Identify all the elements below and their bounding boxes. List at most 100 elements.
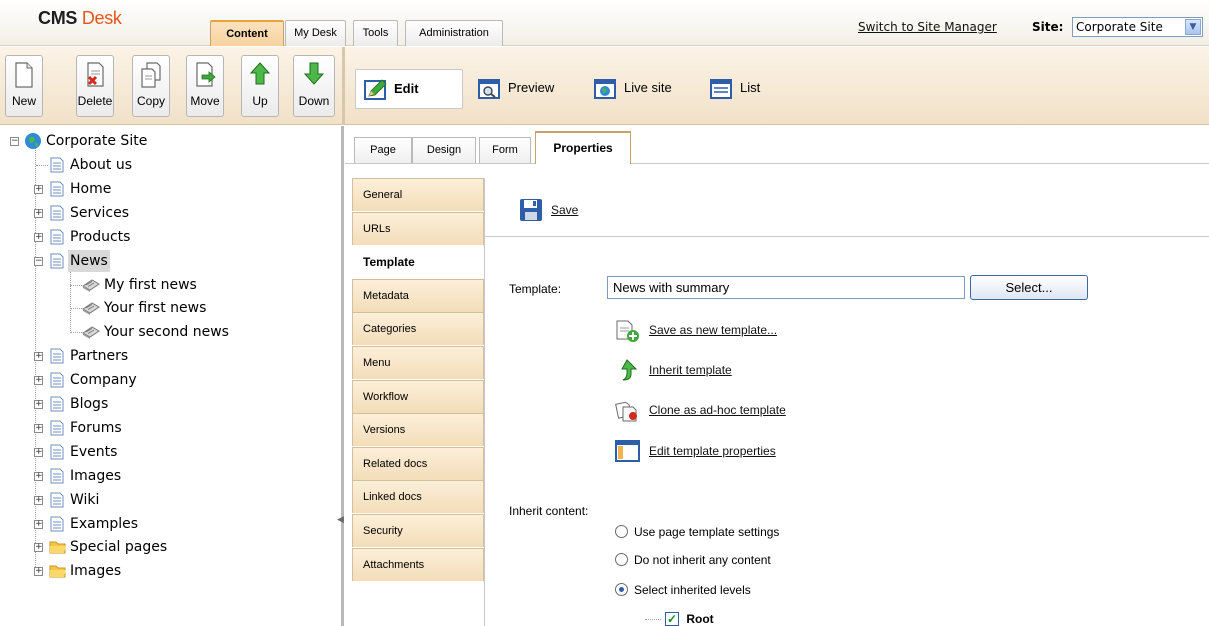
save-as-new-template-link[interactable]: Save as new template...: [649, 317, 777, 343]
tree-node[interactable]: + Blogs: [34, 393, 314, 415]
property-tab-attachments[interactable]: Attachments: [352, 547, 484, 581]
tab-administration[interactable]: Administration: [405, 20, 503, 46]
save-as-new-template-action[interactable]: Save as new template...: [613, 317, 863, 343]
copy-button[interactable]: Copy: [132, 55, 170, 117]
template-input[interactable]: News with summary: [607, 276, 965, 299]
collapse-icon[interactable]: −: [10, 137, 19, 146]
property-tab-template[interactable]: Template: [352, 245, 484, 279]
clone-ad-hoc-template-link[interactable]: Clone as ad-hoc template: [649, 397, 786, 423]
property-tab-versions[interactable]: Versions: [352, 413, 484, 447]
save-link[interactable]: Save: [551, 196, 578, 224]
radio-button-selected[interactable]: [615, 583, 628, 597]
expand-icon[interactable]: +: [34, 567, 43, 577]
tab-my-desk[interactable]: My Desk: [285, 20, 346, 46]
property-tab-general[interactable]: General: [352, 178, 484, 211]
toolbar-divider: [342, 47, 345, 125]
tree-node[interactable]: + Company: [34, 369, 314, 391]
tree-node[interactable]: Your first news: [70, 297, 360, 319]
property-tab-categories[interactable]: Categories: [352, 312, 484, 346]
radio-do-not-inherit[interactable]: Do not inherit any content: [615, 550, 771, 570]
tree-connector: [70, 308, 82, 310]
level-root[interactable]: ✓ Root: [645, 609, 714, 626]
inherit-template-link[interactable]: Inherit template: [649, 357, 732, 383]
tree-node-root[interactable]: − Corporate Site: [10, 130, 310, 152]
tree-node[interactable]: − News: [34, 249, 314, 272]
site-select[interactable]: Corporate Site ▼: [1072, 17, 1203, 37]
tab-form[interactable]: Form: [479, 137, 531, 163]
property-tab-related-docs[interactable]: Related docs: [352, 446, 484, 480]
tree-node[interactable]: Your second news: [70, 321, 360, 343]
expand-icon[interactable]: +: [34, 232, 43, 242]
edit-template-properties-link[interactable]: Edit template properties: [649, 438, 776, 464]
expand-icon[interactable]: +: [34, 376, 43, 386]
expand-icon[interactable]: +: [34, 184, 43, 194]
inherit-template-action[interactable]: Inherit template: [613, 357, 863, 383]
logo-accent: Desk: [81, 8, 122, 28]
preview-view-button[interactable]: Preview: [470, 69, 580, 109]
expand-icon[interactable]: +: [34, 471, 43, 481]
tree-node[interactable]: + Images: [34, 465, 314, 487]
folder-icon: [49, 563, 67, 586]
tab-tools[interactable]: Tools: [353, 20, 398, 46]
expand-icon[interactable]: +: [34, 543, 43, 553]
live-site-view-button[interactable]: Live site: [586, 69, 696, 109]
tree-node[interactable]: My first news: [70, 274, 360, 296]
tree-node[interactable]: + Home: [34, 178, 314, 200]
news-icon: [82, 300, 100, 323]
expand-icon[interactable]: +: [34, 447, 43, 457]
tree-node[interactable]: + Wiki: [34, 489, 314, 511]
tab-properties[interactable]: Properties: [535, 131, 631, 164]
tree-node[interactable]: + Forums: [34, 417, 314, 439]
tree-node[interactable]: + Services: [34, 202, 314, 224]
page-icon: [49, 420, 65, 443]
tree-node[interactable]: About us: [34, 154, 314, 176]
tree-node[interactable]: + Special pages: [34, 536, 314, 558]
property-tab-urls[interactable]: URLs: [352, 211, 484, 245]
expand-icon[interactable]: +: [34, 519, 43, 529]
property-tab-metadata[interactable]: Metadata: [352, 278, 484, 312]
collapse-left-pane-icon[interactable]: ◀: [337, 513, 344, 527]
clone-ad-hoc-template-action[interactable]: Clone as ad-hoc template: [613, 397, 863, 423]
down-button[interactable]: Down: [293, 55, 335, 117]
level-checkbox[interactable]: ✓: [665, 611, 679, 626]
radio-button[interactable]: [615, 553, 628, 567]
page-icon: [49, 157, 65, 180]
property-tab-workflow[interactable]: Workflow: [352, 379, 484, 413]
tree-node[interactable]: + Events: [34, 441, 314, 463]
new-button[interactable]: New: [5, 55, 43, 117]
tab-design[interactable]: Design: [412, 137, 476, 163]
tree-node[interactable]: + Examples: [34, 513, 314, 535]
edit-view-label: Edit: [394, 81, 419, 96]
move-button[interactable]: Move: [186, 55, 224, 117]
edit-template-properties-action[interactable]: Edit template properties: [613, 438, 863, 464]
select-template-button[interactable]: Select...: [970, 275, 1088, 300]
radio-select-inherited-levels[interactable]: Select inherited levels: [615, 580, 751, 600]
property-tab-security[interactable]: Security: [352, 514, 484, 547]
expand-icon[interactable]: +: [34, 352, 43, 362]
radio-button[interactable]: [615, 525, 628, 539]
expand-icon[interactable]: +: [34, 495, 43, 505]
tree-connector: [36, 165, 48, 166]
tab-content[interactable]: Content: [210, 20, 284, 46]
property-tab-menu[interactable]: Menu: [352, 346, 484, 379]
edit-view-button[interactable]: Edit: [355, 69, 463, 109]
tab-page[interactable]: Page: [354, 137, 412, 163]
radio-use-page-template-settings[interactable]: Use page template settings: [615, 522, 779, 542]
edit-icon: [364, 78, 387, 100]
property-tab-linked-docs[interactable]: Linked docs: [352, 480, 484, 514]
list-view-button[interactable]: List: [702, 69, 782, 109]
tree-node[interactable]: + Images: [34, 560, 314, 582]
delete-button[interactable]: Delete: [76, 55, 114, 117]
collapse-icon[interactable]: −: [34, 256, 43, 266]
up-button[interactable]: Up: [241, 55, 279, 117]
switch-to-site-manager-link[interactable]: Switch to Site Manager: [858, 20, 997, 34]
page-icon: [49, 516, 65, 539]
tree-node[interactable]: + Partners: [34, 345, 314, 367]
tree-node[interactable]: + Products: [34, 226, 314, 248]
expand-icon[interactable]: +: [34, 400, 43, 409]
expand-icon[interactable]: +: [34, 208, 43, 218]
pane-splitter[interactable]: [341, 126, 344, 626]
expand-icon[interactable]: +: [34, 423, 43, 433]
page-icon: [49, 468, 65, 491]
chevron-down-icon[interactable]: ▼: [1185, 19, 1201, 35]
